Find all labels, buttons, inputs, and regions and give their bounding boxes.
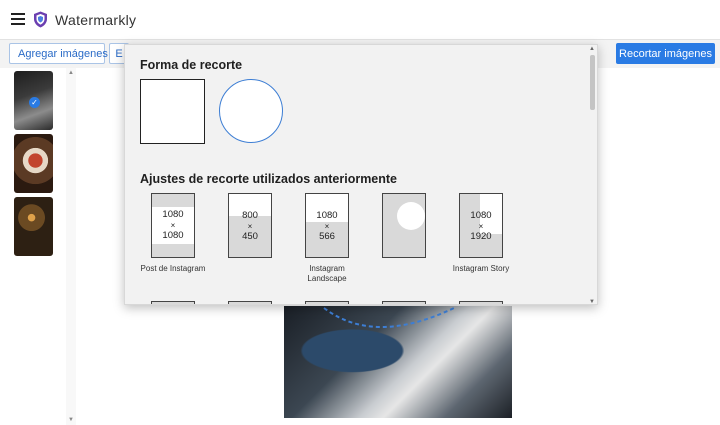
preset-width: 1080	[162, 209, 184, 220]
shield-logo-icon	[34, 11, 47, 28]
thumbnail-panel: ✓ ▲ ▼	[0, 68, 76, 425]
preset-label: Instagram Story	[452, 264, 510, 273]
crop-shape-title: Forma de recorte	[140, 58, 243, 72]
crop-preset-circle[interactable]	[382, 193, 426, 258]
scroll-up-icon[interactable]: ▲	[68, 70, 74, 76]
add-images-button[interactable]: Agregar imágenes	[9, 43, 108, 64]
previous-presets-title: Ajustes de recorte utilizados anteriorme…	[140, 172, 398, 186]
scroll-up-icon[interactable]: ▲	[589, 46, 595, 52]
image-thumbnail[interactable]: ✓	[14, 71, 53, 130]
crop-preset[interactable]	[151, 301, 195, 304]
scroll-down-icon[interactable]: ▼	[68, 417, 74, 423]
app-title: Watermarkly	[55, 12, 137, 28]
preset-width: 800	[242, 210, 258, 221]
crop-shape-square[interactable]	[140, 79, 205, 144]
preset-height: 450	[242, 231, 258, 242]
crop-preset[interactable]: 800 × 450	[228, 193, 272, 258]
preset-width: 1080	[470, 210, 492, 221]
crop-preset[interactable]: 1080 × 566	[305, 193, 349, 258]
crop-preset[interactable]: 1080 × 1920	[459, 193, 503, 258]
crop-preset[interactable]	[228, 301, 272, 304]
app-header: Watermarkly	[0, 0, 720, 40]
thumbnail-scrollbar[interactable]: ▲ ▼	[66, 68, 76, 425]
crop-shape-circle[interactable]	[219, 79, 283, 143]
crop-shape-popup: Forma de recorte Ajustes de recorte util…	[124, 44, 598, 305]
image-thumbnail[interactable]	[14, 197, 53, 256]
preview-image	[284, 306, 512, 418]
preset-height: 1920	[470, 231, 492, 242]
crop-preset[interactable]	[459, 301, 503, 304]
crop-preset[interactable]	[382, 301, 426, 304]
preset-width: 1080	[316, 210, 338, 221]
crop-preset[interactable]: 1080 × 1080	[151, 193, 195, 258]
crop-images-button[interactable]: Recortar imágenes	[616, 43, 715, 64]
preset-circle-area	[397, 202, 425, 230]
preset-label: Post de Instagram	[140, 264, 206, 273]
popup-scrollbar[interactable]: ▲ ▼	[587, 45, 597, 304]
preset-height: 566	[319, 231, 335, 242]
preset-label: Instagram Landscape	[307, 264, 347, 283]
crop-circle-outline[interactable]	[284, 306, 512, 418]
image-thumbnail[interactable]	[14, 134, 53, 193]
check-icon: ✓	[29, 97, 40, 108]
hamburger-icon[interactable]	[11, 13, 25, 25]
preset-height: 1080	[162, 230, 184, 241]
scroll-down-icon[interactable]: ▼	[589, 299, 595, 304]
scrollbar-thumb[interactable]	[590, 55, 595, 110]
crop-preset[interactable]	[305, 301, 349, 304]
